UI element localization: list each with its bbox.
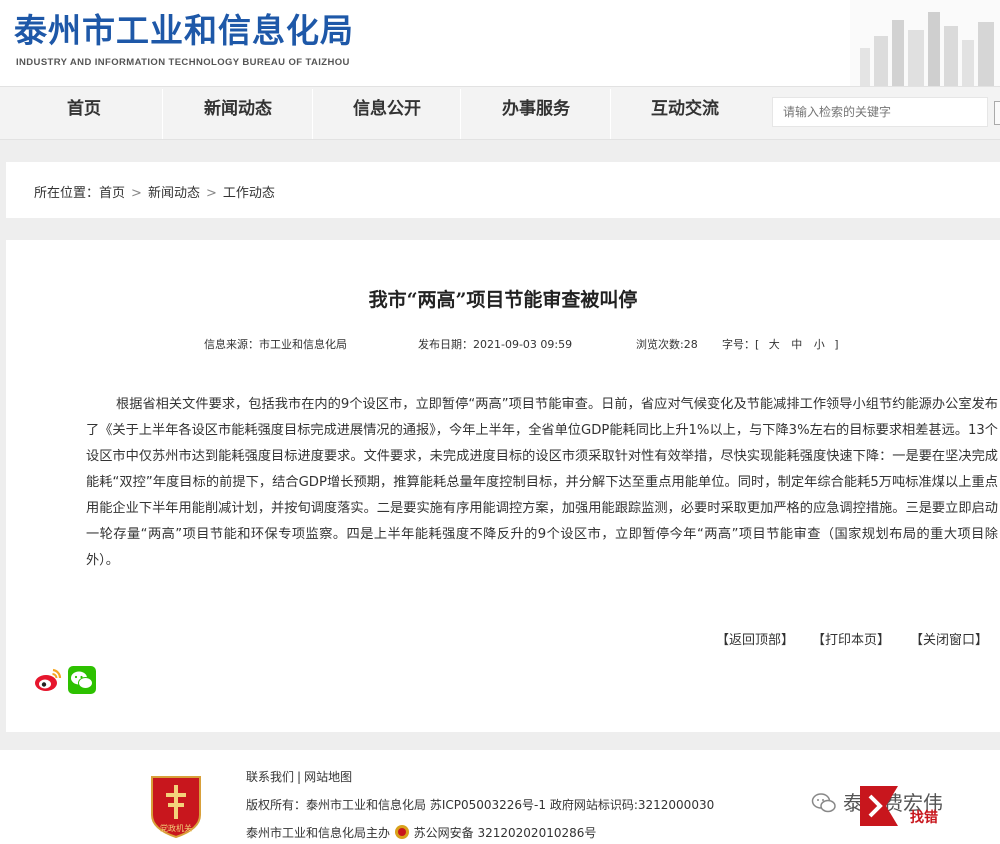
- breadcrumb-home[interactable]: 首页: [99, 186, 125, 201]
- article-title: 我市“两高”项目节能审查被叫停: [368, 289, 638, 311]
- article-body: 根据省相关文件要求，包括我市在内的9个设区市，立即暂停“两高”项目节能审查。日前…: [86, 397, 998, 568]
- font-size-small-button[interactable]: 小: [814, 338, 825, 351]
- search-box: [772, 97, 988, 127]
- breadcrumb-separator: >: [205, 186, 217, 201]
- breadcrumb-separator: >: [131, 186, 142, 201]
- breadcrumb-news[interactable]: 新闻动态: [148, 186, 200, 201]
- footer-link-divider: |: [297, 770, 302, 784]
- wechat-icon: [811, 793, 836, 813]
- bracket-close: ]: [834, 338, 839, 351]
- nav-divider: [460, 89, 461, 139]
- weibo-share-icon[interactable]: [34, 666, 62, 694]
- host-text: 泰州市工业和信息化局主办: [246, 826, 391, 840]
- breadcrumb: 所在位置：首页 > 新闻动态 > 工作动态: [34, 182, 275, 201]
- views-value: 28: [683, 338, 698, 351]
- error-report-label[interactable]: 找错: [910, 807, 938, 827]
- views-label: 浏览次数:: [636, 338, 684, 351]
- copyright-text: 版权所有：泰州市工业和信息化局 苏ICP05003226号-1 政府网站标识码:…: [246, 798, 715, 812]
- contact-us-link[interactable]: 联系我们: [246, 770, 294, 784]
- date-label: 发布日期：: [418, 338, 473, 351]
- emblem-text: 党政机关: [160, 823, 192, 833]
- font-size-medium-button[interactable]: 中: [791, 338, 802, 351]
- nav-item-interaction[interactable]: 互动交流: [612, 87, 758, 139]
- nav-item-services[interactable]: 办事服务: [462, 87, 610, 139]
- main-nav: 首页 新闻动态 信息公开 办事服务 互动交流: [0, 86, 1000, 140]
- site-subtitle: INDUSTRY AND INFORMATION TECHNOLOGY BURE…: [16, 57, 350, 68]
- source-label: 信息来源：: [204, 338, 259, 351]
- bracket-open: [: [755, 338, 760, 351]
- breadcrumb-panel: 所在位置：首页 > 新闻动态 > 工作动态: [6, 162, 1000, 218]
- footer-host-line: 泰州市工业和信息化局主办 苏公网安备 32120202010286号: [246, 824, 596, 841]
- article-source: 信息来源：市工业和信息化局: [204, 336, 347, 352]
- skyline-graphic: [850, 0, 1000, 86]
- wechat-share-icon[interactable]: [68, 666, 96, 694]
- source-value: 市工业和信息化局: [259, 338, 347, 351]
- site-header: 泰州市工业和信息化局 INDUSTRY AND INFORMATION TECH…: [0, 0, 1000, 86]
- nav-divider: [162, 89, 163, 139]
- nav-divider: [312, 89, 313, 139]
- article-panel: 我市“两高”项目节能审查被叫停 信息来源：市工业和信息化局 发布日期：2021-…: [6, 240, 1000, 732]
- nav-item-news[interactable]: 新闻动态: [164, 87, 312, 139]
- print-page-link[interactable]: 【打印本页】: [812, 629, 890, 648]
- nav-divider: [610, 89, 611, 139]
- police-record-link[interactable]: 苏公网安备 32120202010286号: [414, 826, 597, 840]
- nav-item-home[interactable]: 首页: [6, 87, 162, 139]
- font-size-large-button[interactable]: 大: [769, 338, 780, 351]
- font-size-label: 字号：: [722, 338, 755, 351]
- breadcrumb-work-news[interactable]: 工作动态: [223, 186, 275, 201]
- police-badge-icon: [394, 825, 409, 839]
- sitemap-link[interactable]: 网站地图: [304, 770, 352, 784]
- party-government-emblem-icon[interactable]: 党政机关: [148, 771, 204, 839]
- footer-links: 联系我们 | 网站地图: [246, 768, 352, 785]
- article-views: 浏览次数:28: [636, 336, 698, 352]
- back-to-top-link[interactable]: 【返回顶部】: [716, 629, 794, 648]
- nav-item-info-disclosure[interactable]: 信息公开: [314, 87, 460, 139]
- article-date: 发布日期：2021-09-03 09:59: [418, 336, 572, 352]
- search-button[interactable]: [994, 101, 1000, 125]
- site-footer: 党政机关 联系我们 | 网站地图 版权所有：泰州市工业和信息化局 苏ICP05003…: [0, 750, 1000, 844]
- date-value: 2021-09-03 09:59: [473, 338, 573, 351]
- error-report-icon[interactable]: [858, 782, 916, 832]
- site-title[interactable]: 泰州市工业和信息化局: [14, 4, 354, 52]
- font-size-control: 字号：[ 大 中 小 ]: [722, 336, 839, 352]
- breadcrumb-prefix: 所在位置：: [34, 186, 100, 201]
- close-window-link[interactable]: 【关闭窗口】: [910, 629, 988, 648]
- search-input[interactable]: [773, 98, 987, 126]
